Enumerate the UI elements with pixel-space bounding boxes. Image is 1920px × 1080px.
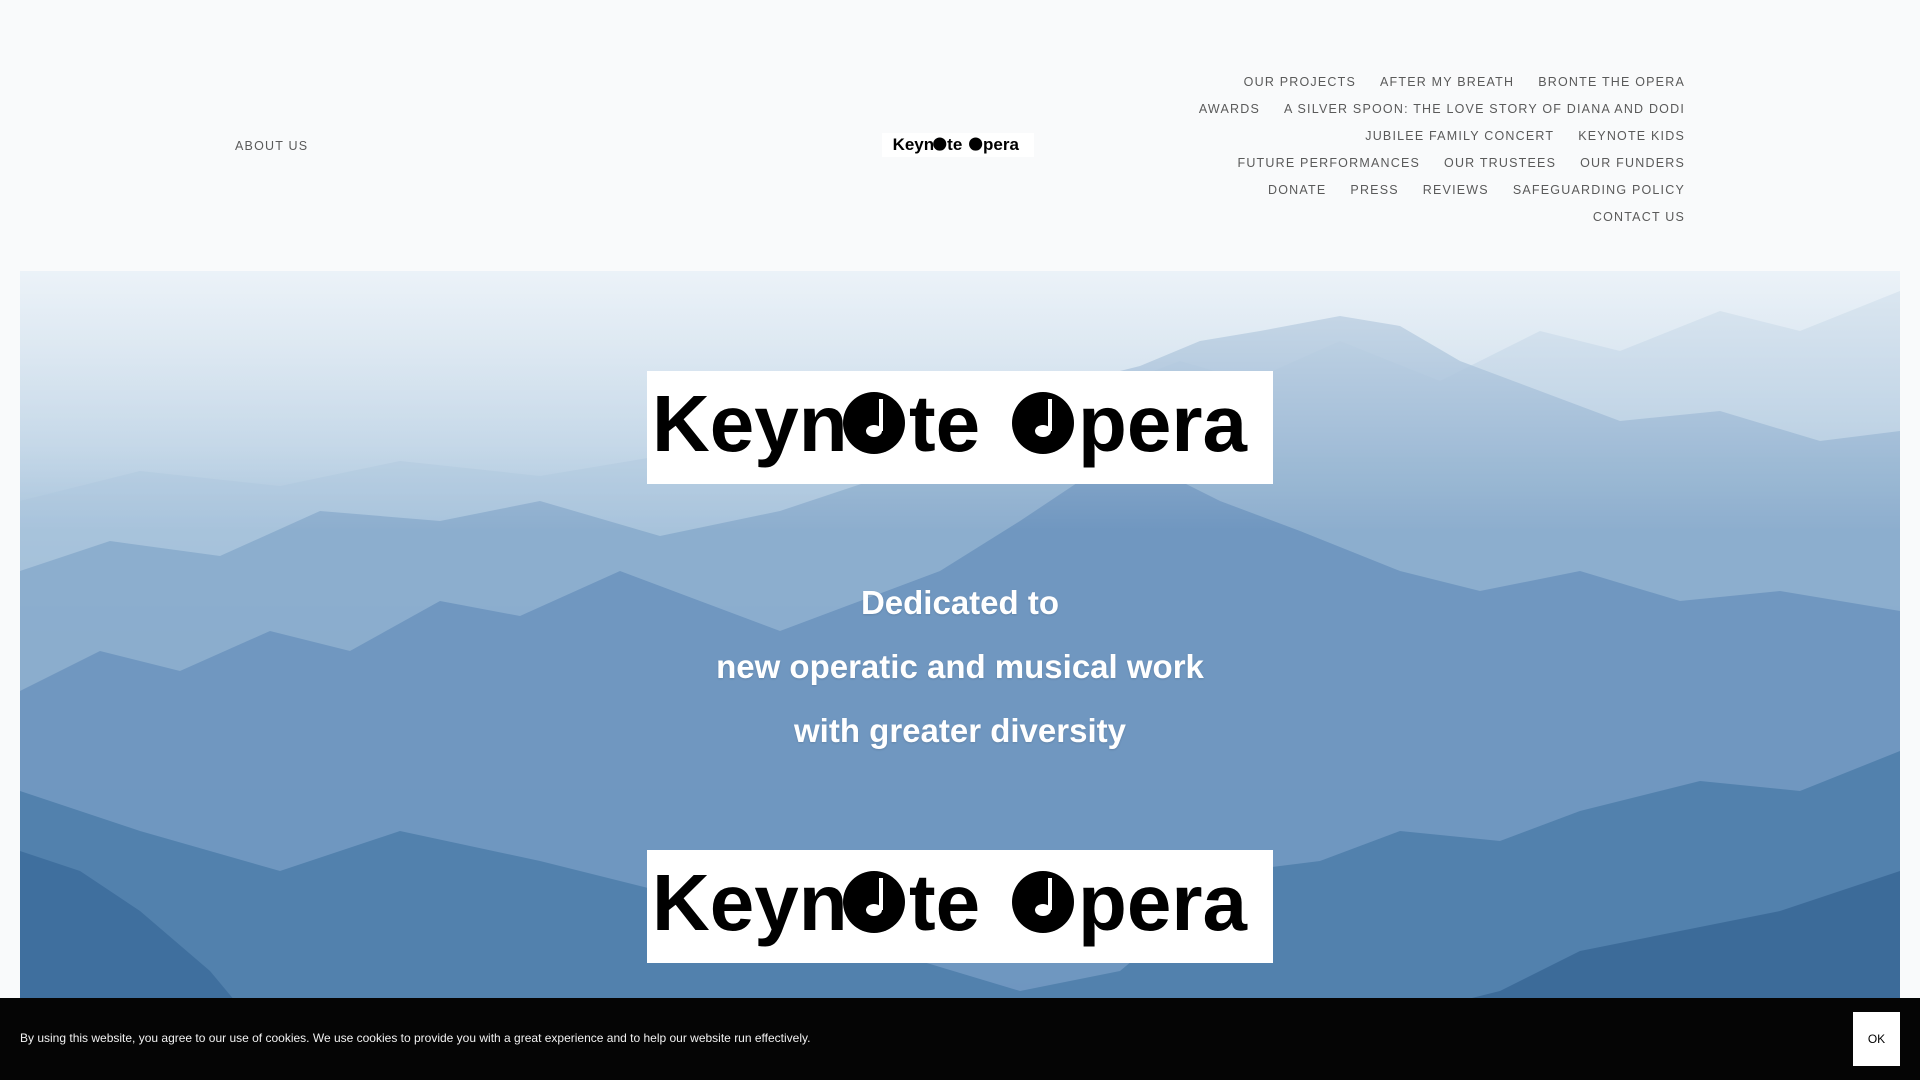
cookie-ok-button[interactable]: OK (1853, 1012, 1900, 1066)
svg-text:te: te (909, 858, 980, 947)
svg-text:pera: pera (983, 135, 1019, 154)
nav-row: CONTACT US (1593, 203, 1685, 230)
hero-banner: Keyn te pera Dedicated to new operatic a… (20, 271, 1900, 1080)
svg-text:pera: pera (1078, 858, 1247, 947)
site-header: ABOUT US Keyn te pera OUR PROJECTS AFTER… (0, 0, 1920, 270)
header-logo[interactable]: Keyn te pera (882, 133, 1034, 157)
svg-text:pera: pera (1078, 379, 1247, 468)
music-note-icon (969, 137, 983, 151)
nav-reviews[interactable]: REVIEWS (1423, 183, 1489, 197)
nav-row: DONATE PRESS REVIEWS SAFEGUARDING POLICY (1268, 176, 1685, 203)
nav-donate[interactable]: DONATE (1268, 183, 1326, 197)
nav-row: JUBILEE FAMILY CONCERT KEYNOTE KIDS (1365, 122, 1685, 149)
music-note-icon (1012, 871, 1074, 933)
svg-text:Keyn: Keyn (893, 135, 935, 154)
hero-tagline: Dedicated to new operatic and musical wo… (20, 571, 1900, 763)
tagline-line-3: with greater diversity (794, 712, 1126, 749)
svg-text:te: te (909, 379, 980, 468)
nav-our-trustees[interactable]: OUR TRUSTEES (1444, 156, 1556, 170)
keynote-opera-logo-small: Keyn te pera (893, 135, 1020, 154)
nav-about-us[interactable]: ABOUT US (235, 139, 308, 153)
nav-press[interactable]: PRESS (1350, 183, 1398, 197)
cookie-message: By using this website, you agree to our … (20, 1031, 811, 1045)
music-note-icon (843, 871, 905, 933)
nav-row: AWARDS A SILVER SPOON: THE LOVE STORY OF… (1199, 95, 1685, 122)
nav-contact-us[interactable]: CONTACT US (1593, 210, 1685, 224)
nav-after-my-breath[interactable]: AFTER MY BREATH (1380, 75, 1514, 89)
nav-a-silver-spoon[interactable]: A SILVER SPOON: THE LOVE STORY OF DIANA … (1284, 102, 1685, 116)
nav-bronte-the-opera[interactable]: BRONTE THE OPERA (1538, 75, 1685, 89)
hero-logo-top: Keyn te pera (647, 371, 1273, 484)
svg-text:Keyn: Keyn (652, 379, 848, 468)
nav-our-projects[interactable]: OUR PROJECTS (1244, 75, 1356, 89)
tagline-line-1: Dedicated to (860, 584, 1060, 621)
music-note-icon (933, 137, 947, 151)
hero-logo-bottom: Keyn te pera (647, 850, 1273, 963)
nav-row: OUR PROJECTS AFTER MY BREATH BRONTE THE … (1244, 68, 1685, 95)
svg-text:te: te (947, 135, 962, 154)
main-nav: OUR PROJECTS AFTER MY BREATH BRONTE THE … (1199, 68, 1685, 230)
svg-text:Keyn: Keyn (652, 858, 848, 947)
nav-row: FUTURE PERFORMANCES OUR TRUSTEES OUR FUN… (1237, 149, 1685, 176)
nav-awards[interactable]: AWARDS (1199, 102, 1260, 116)
keynote-opera-logo: Keyn te pera (652, 379, 1247, 468)
nav-keynote-kids[interactable]: KEYNOTE KIDS (1578, 129, 1685, 143)
nav-safeguarding-policy[interactable]: SAFEGUARDING POLICY (1513, 183, 1685, 197)
keynote-opera-logo: Keyn te pera (652, 858, 1247, 947)
cookie-banner: By using this website, you agree to our … (0, 998, 1920, 1080)
nav-our-funders[interactable]: OUR FUNDERS (1580, 156, 1685, 170)
music-note-icon (843, 392, 905, 454)
music-note-icon (1012, 392, 1074, 454)
nav-future-performances[interactable]: FUTURE PERFORMANCES (1237, 156, 1420, 170)
nav-jubilee-family-concert[interactable]: JUBILEE FAMILY CONCERT (1365, 129, 1554, 143)
tagline-line-2: new operatic and musical work (716, 648, 1204, 685)
